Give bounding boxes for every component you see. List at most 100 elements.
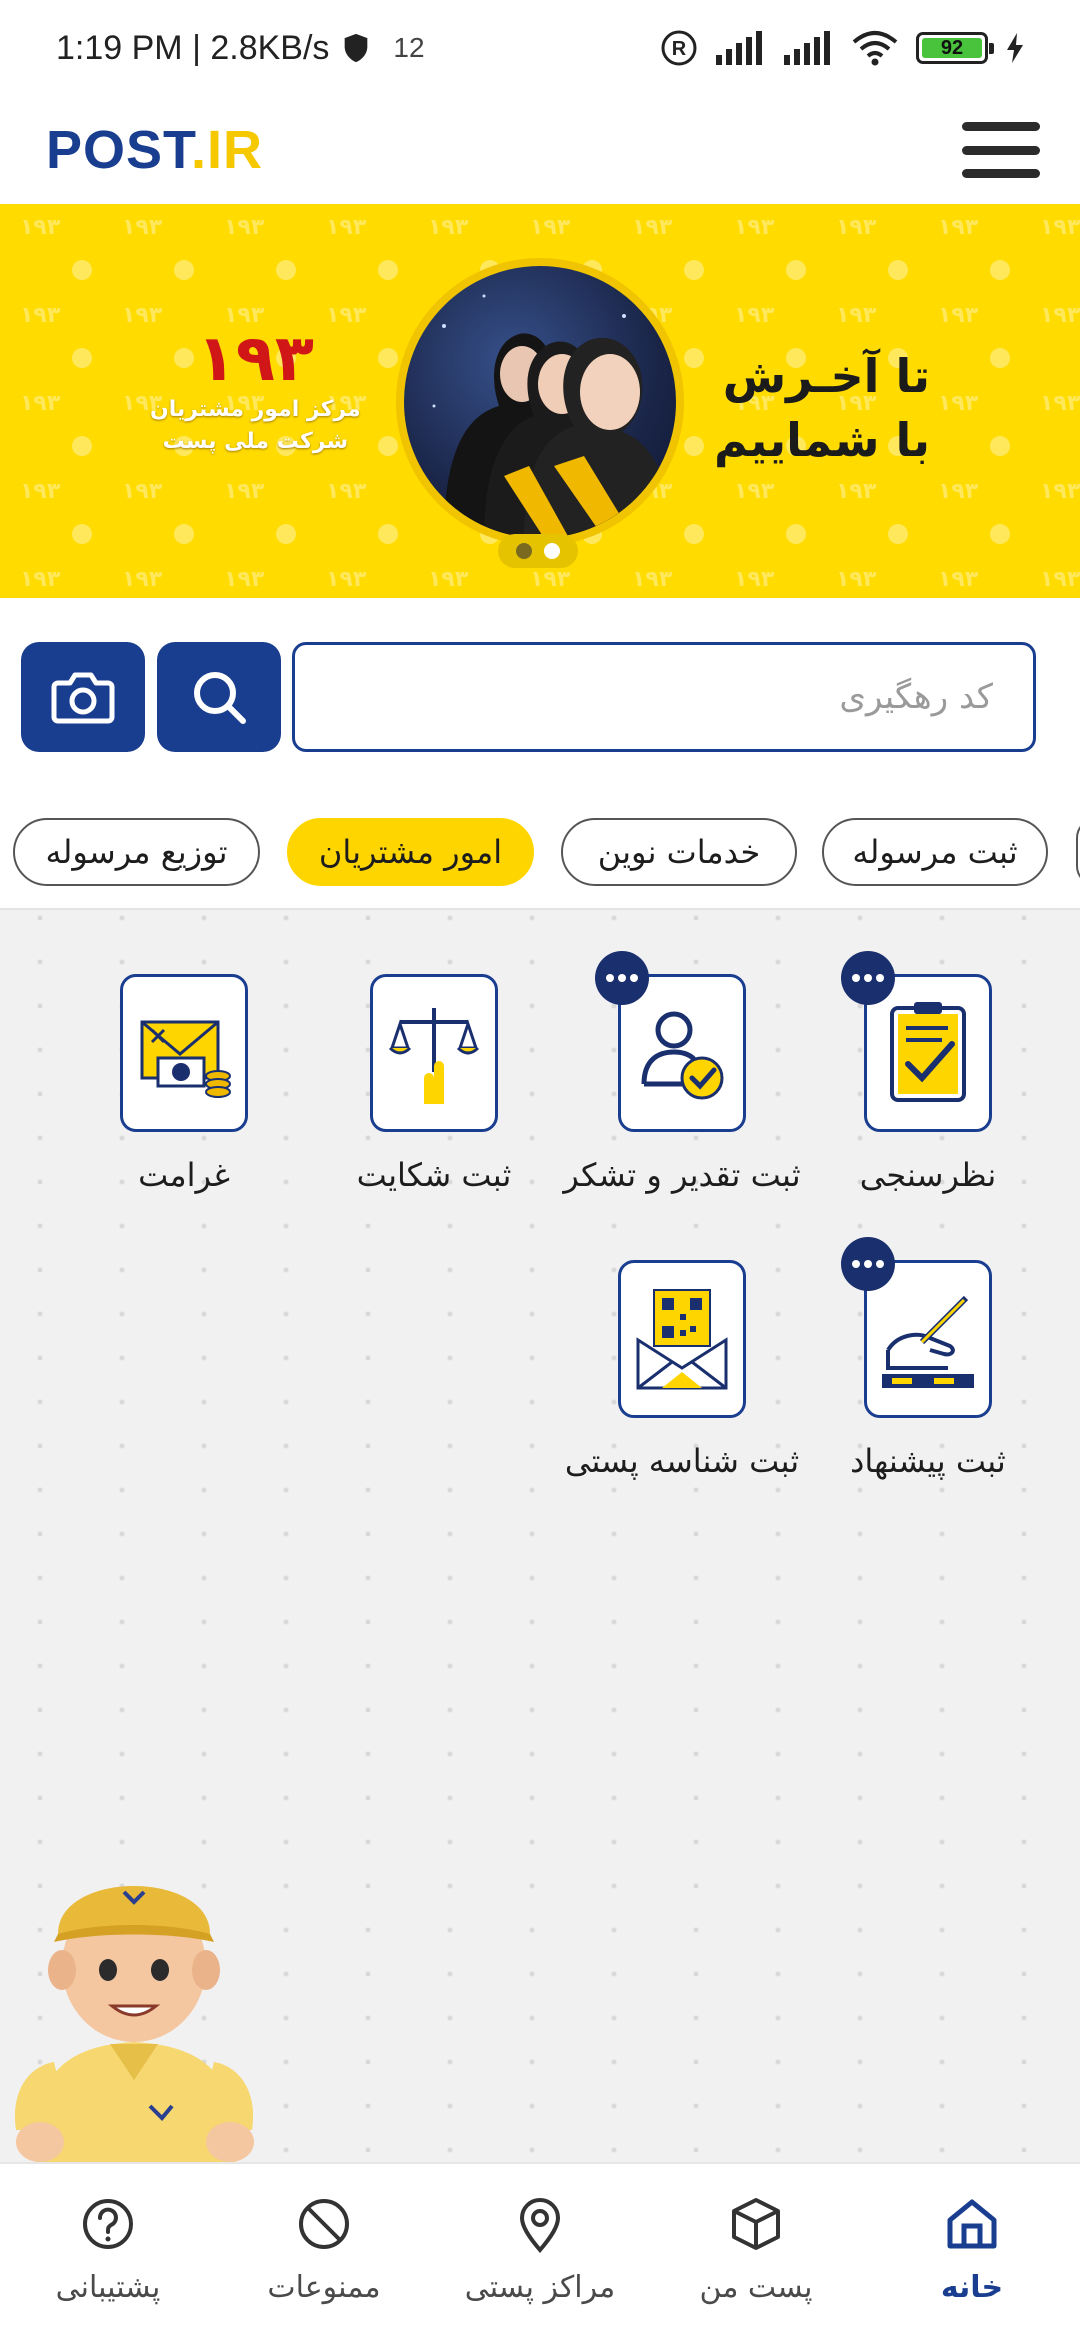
money-envelope-icon: [140, 1020, 231, 1098]
bg-dot: [529, 1399, 535, 1405]
nav-my-post[interactable]: پست من: [648, 2164, 864, 2340]
bg-dot: [939, 2059, 945, 2065]
tab-register-parcel[interactable]: ثبت مرسوله: [822, 818, 1048, 886]
tab-parcel-distribution[interactable]: توزیع مرسوله: [13, 818, 260, 886]
bg-dot: [529, 2103, 535, 2109]
bg-dot: [775, 1927, 781, 1933]
bg-dot: [365, 1619, 371, 1625]
pattern-phone-icon: [786, 524, 806, 544]
bg-dot: [283, 1839, 289, 1845]
bg-dot: [447, 915, 453, 921]
pattern-phone-icon: [378, 348, 398, 368]
nav-label: پشتیبانی: [55, 2270, 161, 2305]
pattern-phone-icon: [990, 436, 1010, 456]
tab-new-services[interactable]: خدمات نوین: [561, 818, 797, 886]
battery-level: 92: [922, 38, 982, 58]
more-options-icon[interactable]: [595, 951, 649, 1005]
postal-id-card: [618, 1260, 746, 1418]
bg-dot: [693, 1223, 699, 1229]
bg-dot: [283, 915, 289, 921]
tab-customer-affairs[interactable]: امور مشتریان: [287, 818, 534, 886]
bg-dot: [1021, 1927, 1027, 1933]
nav-support[interactable]: پشتیبانی: [0, 2164, 216, 2340]
bg-dot: [857, 1663, 863, 1669]
bg-dot: [201, 1619, 207, 1625]
bg-dot: [529, 2059, 535, 2065]
nav-home[interactable]: خانه: [864, 2164, 1080, 2340]
service-appreciation[interactable]: ثبت تقدیر و تشکر: [562, 951, 802, 1194]
tab-partial[interactable]: [1076, 818, 1080, 886]
bg-dot: [283, 1399, 289, 1405]
bg-dot: [529, 1883, 535, 1889]
service-compensation[interactable]: غرامت: [64, 974, 304, 1194]
bg-dot: [611, 1575, 617, 1581]
post-logo[interactable]: POST.IR: [46, 119, 263, 181]
bg-dot: [37, 1707, 43, 1713]
bg-dot: [1021, 959, 1027, 965]
search-section: [0, 598, 1080, 794]
bg-dot: [857, 1223, 863, 1229]
hand-writing-icon: [882, 1295, 974, 1388]
service-postal-id[interactable]: ثبت شناسه پستی: [562, 1260, 802, 1480]
bg-dot: [693, 2015, 699, 2021]
bg-dot: [611, 2059, 617, 2065]
bg-dot: [857, 915, 863, 921]
search-button[interactable]: [157, 642, 281, 752]
pattern-phone-icon: [72, 524, 92, 544]
bg-dot: [529, 1619, 535, 1625]
pattern-number: ۱۹۳: [122, 567, 163, 592]
clipboard-check-icon: [890, 1002, 966, 1102]
bg-dot: [529, 1311, 535, 1317]
banner-title-line2: با شماییم: [713, 413, 930, 467]
bg-dot: [775, 915, 781, 921]
camera-scan-button[interactable]: [21, 642, 145, 752]
mascot-illustration: [14, 1886, 254, 2162]
nav-prohibited[interactable]: ممنوعات: [216, 2164, 432, 2340]
nav-label: خانه: [940, 2270, 1004, 2305]
banner-sub-line2: شرکت ملی پست: [162, 429, 349, 454]
nav-post-centers[interactable]: مراکز پستی: [432, 2164, 648, 2340]
service-complaint[interactable]: ثبت شکایت: [314, 974, 554, 1194]
pattern-number: ۱۹۳: [122, 479, 163, 504]
bg-dot: [37, 1311, 43, 1317]
bg-dot: [119, 1663, 125, 1669]
service-suggestion[interactable]: ثبت پیشنهاد: [808, 1237, 1048, 1480]
bg-dot: [775, 959, 781, 965]
carousel-dots[interactable]: [498, 534, 578, 568]
bg-dot: [447, 2015, 453, 2021]
bg-dot: [611, 1971, 617, 1977]
bg-dot: [529, 1443, 535, 1449]
suggestion-card: [841, 1237, 992, 1418]
bg-dot: [37, 959, 43, 965]
banner-photo: [396, 258, 684, 546]
nav-label: ممنوعات: [267, 2270, 381, 2305]
bg-dot: [529, 915, 535, 921]
tracking-code-input[interactable]: [292, 642, 1036, 752]
bg-dot: [775, 1839, 781, 1845]
more-options-icon[interactable]: [841, 951, 895, 1005]
bg-dot: [365, 1751, 371, 1757]
bg-dot: [283, 1927, 289, 1933]
bg-dot: [611, 1531, 617, 1537]
pattern-number: ۱۹۳: [632, 215, 673, 240]
bg-dot: [447, 1531, 453, 1537]
hamburger-menu-icon[interactable]: [962, 122, 1040, 178]
bg-dot: [611, 2015, 617, 2021]
bg-dot: [529, 2015, 535, 2021]
bg-dot: [447, 1311, 453, 1317]
carousel-dot-2[interactable]: [544, 543, 560, 559]
more-options-icon[interactable]: [841, 1237, 895, 1291]
bg-dot: [283, 1311, 289, 1317]
bg-dot: [611, 1927, 617, 1933]
bg-dot: [939, 1619, 945, 1625]
carousel-dot-1[interactable]: [516, 543, 532, 559]
promo-banner[interactable]: ۱۹۳ ۱۹۳ ۱۹۳ ۱۹۳ ۱۹۳ ۱۹۳ ۱۹۳ ۱۹۳ ۱۹۳ ۱۹۳ ۱۹۳ ۱۹۳ ۱۹۳ ۱…: [0, 204, 1080, 598]
bg-dot: [693, 1575, 699, 1581]
service-survey[interactable]: نظرسنجی: [808, 951, 1048, 1194]
bg-dot: [611, 915, 617, 921]
bg-dot: [447, 959, 453, 965]
bg-dot: [1021, 1971, 1027, 1977]
app-header: POST.IR: [0, 96, 1080, 204]
bg-dot: [693, 1487, 699, 1493]
camera-icon: [51, 672, 115, 724]
